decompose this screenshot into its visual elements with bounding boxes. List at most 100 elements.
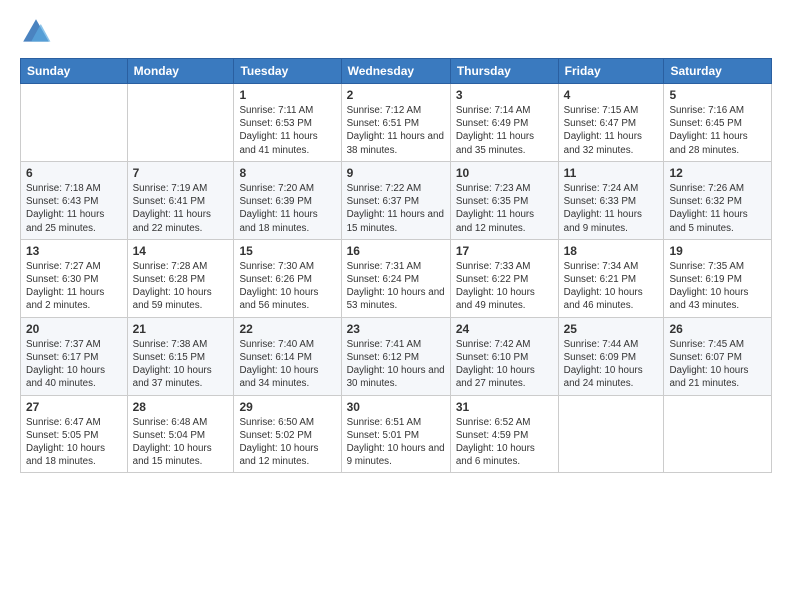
day-number: 3 bbox=[456, 88, 553, 102]
day-cell: 1 Sunrise: 7:11 AM Sunset: 6:53 PM Daylig… bbox=[234, 84, 341, 162]
day-info: Sunrise: 7:16 AM Sunset: 6:45 PM Dayligh… bbox=[669, 105, 747, 156]
day-info: Sunrise: 7:28 AM Sunset: 6:28 PM Dayligh… bbox=[133, 261, 212, 312]
day-info: Sunrise: 6:47 AM Sunset: 5:05 PM Dayligh… bbox=[26, 417, 105, 468]
week-row-3: 13 Sunrise: 7:27 AM Sunset: 6:30 PM Dayli… bbox=[21, 239, 772, 317]
week-row-5: 27Sunrise: 6:47 AM Sunset: 5:05 PM Dayli… bbox=[21, 395, 772, 473]
day-info: Sunrise: 7:33 AM Sunset: 6:22 PM Dayligh… bbox=[456, 261, 535, 312]
day-cell: 6 Sunrise: 7:18 AM Sunset: 6:43 PM Daylig… bbox=[21, 161, 128, 239]
day-cell: 23 Sunrise: 7:41 AM Sunset: 6:12 PM Dayli… bbox=[341, 317, 450, 395]
day-number: 18 bbox=[564, 244, 659, 258]
day-cell bbox=[127, 84, 234, 162]
weekday-header-friday: Friday bbox=[558, 59, 664, 84]
weekday-header-row: SundayMondayTuesdayWednesdayThursdayFrid… bbox=[21, 59, 772, 84]
day-info: Sunrise: 7:30 AM Sunset: 6:26 PM Dayligh… bbox=[239, 261, 318, 312]
day-info: Sunrise: 7:38 AM Sunset: 6:15 PM Dayligh… bbox=[133, 339, 212, 390]
day-info: Sunrise: 7:40 AM Sunset: 6:14 PM Dayligh… bbox=[239, 339, 318, 390]
day-number: 17 bbox=[456, 244, 553, 258]
day-cell: 15Sunrise: 7:30 AM Sunset: 6:26 PM Dayli… bbox=[234, 239, 341, 317]
day-number: 2 bbox=[347, 88, 445, 102]
day-info: Sunrise: 7:14 AM Sunset: 6:49 PM Dayligh… bbox=[456, 105, 534, 156]
day-cell: 13 Sunrise: 7:27 AM Sunset: 6:30 PM Dayli… bbox=[21, 239, 128, 317]
day-number: 22 bbox=[239, 322, 335, 336]
week-row-4: 20 Sunrise: 7:37 AM Sunset: 6:17 PM Dayli… bbox=[21, 317, 772, 395]
day-number: 24 bbox=[456, 322, 553, 336]
day-cell: 19 Sunrise: 7:35 AM Sunset: 6:19 PM Dayli… bbox=[664, 239, 772, 317]
day-number: 31 bbox=[456, 400, 553, 414]
day-cell: 28 Sunrise: 6:48 AM Sunset: 5:04 PM Dayli… bbox=[127, 395, 234, 473]
day-number: 10 bbox=[456, 166, 553, 180]
day-info: Sunrise: 7:41 AM Sunset: 6:12 PM Dayligh… bbox=[347, 339, 445, 390]
day-number: 30 bbox=[347, 400, 445, 414]
day-cell: 7 Sunrise: 7:19 AM Sunset: 6:41 PM Daylig… bbox=[127, 161, 234, 239]
day-info: Sunrise: 7:19 AM Sunset: 6:41 PM Dayligh… bbox=[133, 183, 211, 234]
day-info: Sunrise: 7:11 AM Sunset: 6:53 PM Dayligh… bbox=[239, 105, 317, 156]
day-info: Sunrise: 7:27 AM Sunset: 6:30 PM Dayligh… bbox=[26, 261, 104, 312]
day-number: 7 bbox=[133, 166, 229, 180]
day-number: 1 bbox=[239, 88, 335, 102]
day-number: 21 bbox=[133, 322, 229, 336]
weekday-header-wednesday: Wednesday bbox=[341, 59, 450, 84]
day-number: 16 bbox=[347, 244, 445, 258]
day-number: 23 bbox=[347, 322, 445, 336]
day-number: 12 bbox=[669, 166, 766, 180]
day-cell: 26Sunrise: 7:45 AM Sunset: 6:07 PM Dayli… bbox=[664, 317, 772, 395]
day-number: 8 bbox=[239, 166, 335, 180]
day-info: Sunrise: 7:26 AM Sunset: 6:32 PM Dayligh… bbox=[669, 183, 747, 234]
day-cell: 31 Sunrise: 6:52 AM Sunset: 4:59 PM Dayli… bbox=[450, 395, 558, 473]
day-cell: 21 Sunrise: 7:38 AM Sunset: 6:15 PM Dayli… bbox=[127, 317, 234, 395]
day-info: Sunrise: 7:15 AM Sunset: 6:47 PM Dayligh… bbox=[564, 105, 642, 156]
day-info: Sunrise: 7:45 AM Sunset: 6:07 PM Dayligh… bbox=[669, 339, 748, 390]
day-cell bbox=[558, 395, 664, 473]
calendar-table: SundayMondayTuesdayWednesdayThursdayFrid… bbox=[20, 58, 772, 473]
day-cell: 16 Sunrise: 7:31 AM Sunset: 6:24 PM Dayli… bbox=[341, 239, 450, 317]
day-info: Sunrise: 7:44 AM Sunset: 6:09 PM Dayligh… bbox=[564, 339, 643, 390]
day-info: Sunrise: 7:37 AM Sunset: 6:17 PM Dayligh… bbox=[26, 339, 105, 390]
day-cell: 30Sunrise: 6:51 AM Sunset: 5:01 PM Dayli… bbox=[341, 395, 450, 473]
day-number: 25 bbox=[564, 322, 659, 336]
day-cell: 18 Sunrise: 7:34 AM Sunset: 6:21 PM Dayli… bbox=[558, 239, 664, 317]
day-number: 6 bbox=[26, 166, 122, 180]
logo bbox=[20, 16, 56, 48]
day-cell: 2Sunrise: 7:12 AM Sunset: 6:51 PM Daylig… bbox=[341, 84, 450, 162]
day-cell: 20 Sunrise: 7:37 AM Sunset: 6:17 PM Dayli… bbox=[21, 317, 128, 395]
weekday-header-tuesday: Tuesday bbox=[234, 59, 341, 84]
day-info: Sunrise: 7:20 AM Sunset: 6:39 PM Dayligh… bbox=[239, 183, 317, 234]
day-cell: 5Sunrise: 7:16 AM Sunset: 6:45 PM Daylig… bbox=[664, 84, 772, 162]
day-cell: 4 Sunrise: 7:15 AM Sunset: 6:47 PM Daylig… bbox=[558, 84, 664, 162]
day-info: Sunrise: 7:23 AM Sunset: 6:35 PM Dayligh… bbox=[456, 183, 534, 234]
day-info: Sunrise: 7:22 AM Sunset: 6:37 PM Dayligh… bbox=[347, 183, 444, 234]
day-cell: 29Sunrise: 6:50 AM Sunset: 5:02 PM Dayli… bbox=[234, 395, 341, 473]
day-cell: 11Sunrise: 7:24 AM Sunset: 6:33 PM Dayli… bbox=[558, 161, 664, 239]
weekday-header-monday: Monday bbox=[127, 59, 234, 84]
week-row-1: 1 Sunrise: 7:11 AM Sunset: 6:53 PM Daylig… bbox=[21, 84, 772, 162]
day-number: 28 bbox=[133, 400, 229, 414]
day-number: 13 bbox=[26, 244, 122, 258]
day-number: 9 bbox=[347, 166, 445, 180]
day-cell: 14 Sunrise: 7:28 AM Sunset: 6:28 PM Dayli… bbox=[127, 239, 234, 317]
day-number: 11 bbox=[564, 166, 659, 180]
day-number: 20 bbox=[26, 322, 122, 336]
day-info: Sunrise: 6:52 AM Sunset: 4:59 PM Dayligh… bbox=[456, 417, 535, 468]
weekday-header-sunday: Sunday bbox=[21, 59, 128, 84]
day-cell: 9 Sunrise: 7:22 AM Sunset: 6:37 PM Daylig… bbox=[341, 161, 450, 239]
logo-icon bbox=[20, 16, 52, 48]
day-cell: 12 Sunrise: 7:26 AM Sunset: 6:32 PM Dayli… bbox=[664, 161, 772, 239]
week-row-2: 6 Sunrise: 7:18 AM Sunset: 6:43 PM Daylig… bbox=[21, 161, 772, 239]
day-number: 19 bbox=[669, 244, 766, 258]
day-info: Sunrise: 7:34 AM Sunset: 6:21 PM Dayligh… bbox=[564, 261, 643, 312]
day-cell: 24 Sunrise: 7:42 AM Sunset: 6:10 PM Dayli… bbox=[450, 317, 558, 395]
weekday-header-thursday: Thursday bbox=[450, 59, 558, 84]
day-info: Sunrise: 7:31 AM Sunset: 6:24 PM Dayligh… bbox=[347, 261, 445, 312]
day-number: 14 bbox=[133, 244, 229, 258]
day-cell bbox=[21, 84, 128, 162]
day-cell: 22 Sunrise: 7:40 AM Sunset: 6:14 PM Dayli… bbox=[234, 317, 341, 395]
day-info: Sunrise: 6:48 AM Sunset: 5:04 PM Dayligh… bbox=[133, 417, 212, 468]
page-header bbox=[20, 16, 772, 48]
day-cell: 17 Sunrise: 7:33 AM Sunset: 6:22 PM Dayli… bbox=[450, 239, 558, 317]
day-info: Sunrise: 7:18 AM Sunset: 6:43 PM Dayligh… bbox=[26, 183, 104, 234]
day-cell: 25 Sunrise: 7:44 AM Sunset: 6:09 PM Dayli… bbox=[558, 317, 664, 395]
day-info: Sunrise: 7:35 AM Sunset: 6:19 PM Dayligh… bbox=[669, 261, 748, 312]
day-info: Sunrise: 6:50 AM Sunset: 5:02 PM Dayligh… bbox=[239, 417, 318, 468]
day-info: Sunrise: 7:42 AM Sunset: 6:10 PM Dayligh… bbox=[456, 339, 535, 390]
day-number: 4 bbox=[564, 88, 659, 102]
